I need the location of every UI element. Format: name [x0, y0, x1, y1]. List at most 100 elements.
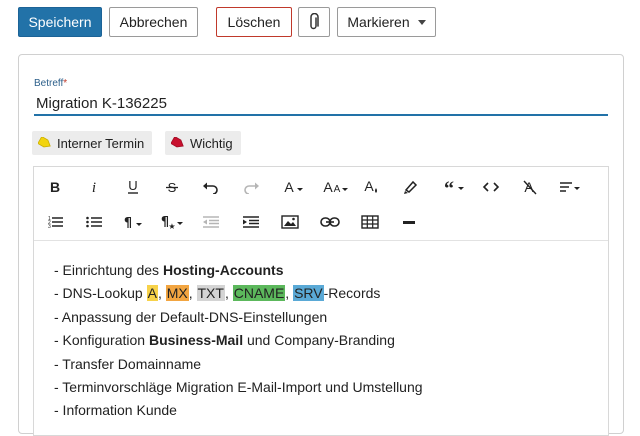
bold-icon: B — [50, 180, 60, 194]
subject-input[interactable] — [34, 92, 608, 116]
ordered-list-icon: 123 — [48, 216, 63, 229]
content-line: - Information Kunde — [54, 402, 177, 419]
insert-image-button[interactable] — [277, 210, 303, 234]
text-span: und Company-Branding — [243, 332, 395, 349]
paragraph-style-icon: ¶ ★ — [161, 215, 183, 230]
svg-text:“: “ — [444, 180, 454, 194]
image-icon — [281, 215, 299, 229]
save-button[interactable]: Speichern — [18, 7, 102, 37]
font-family-dropdown[interactable]: A — [280, 175, 306, 199]
tag-icon — [171, 137, 184, 148]
strikethrough-icon: S — [166, 180, 178, 194]
text-span: - DNS-Lookup — [54, 285, 147, 302]
clear-format-icon: A — [523, 179, 537, 195]
required-mark: * — [63, 78, 68, 89]
bold-button[interactable]: B — [42, 175, 68, 199]
ordered-list-button[interactable]: 123 — [42, 210, 68, 234]
outdent-button[interactable] — [198, 210, 224, 234]
text-span: -Records — [323, 285, 381, 302]
strikethrough-button[interactable]: S — [159, 175, 185, 199]
separator: , — [157, 285, 166, 302]
paragraph-dropdown[interactable]: ¶ — [120, 210, 146, 234]
insert-table-button[interactable] — [357, 210, 383, 234]
link-icon — [320, 217, 340, 227]
horizontal-rule-button[interactable] — [396, 210, 422, 234]
action-toolbar: Speichern Abbrechen Löschen Markieren — [0, 0, 640, 46]
align-dropdown[interactable] — [557, 175, 583, 199]
bold-text: Business-Mail — [148, 332, 244, 349]
unordered-list-icon — [86, 216, 102, 228]
svg-text:A: A — [284, 180, 294, 194]
text-color-icon: A — [364, 179, 377, 194]
underline-icon: U — [128, 179, 138, 194]
delete-button[interactable]: Löschen — [216, 7, 292, 37]
svg-text:U: U — [128, 179, 137, 193]
undo-button[interactable] — [198, 175, 224, 199]
paragraph-icon: ¶ — [124, 216, 142, 229]
content-line: - Anpassung der Default-DNS-Einstellunge… — [54, 308, 328, 325]
cancel-button[interactable]: Abbrechen — [109, 7, 198, 37]
italic-icon: i — [92, 180, 96, 194]
undo-icon — [203, 182, 218, 194]
svg-text:B: B — [50, 180, 60, 194]
font-color-icon: A — [284, 180, 303, 194]
subject-label-text: Betreff — [34, 78, 64, 89]
highlight-a: A — [146, 285, 158, 302]
redo-icon — [244, 182, 259, 194]
svg-text:★: ★ — [168, 222, 175, 230]
clear-format-button[interactable]: A — [517, 175, 543, 199]
tag-interner-termin[interactable]: Interner Termin — [32, 131, 153, 155]
italic-button[interactable]: i — [81, 175, 107, 199]
chevron-down-icon — [417, 19, 426, 25]
unordered-list-button[interactable] — [81, 210, 107, 234]
tag-label: Wichtig — [190, 135, 233, 151]
rich-text-editor: B i U S A AA A “ — [33, 166, 609, 436]
svg-text:i: i — [92, 180, 96, 194]
mark-dropdown-button[interactable]: Markieren — [337, 7, 436, 37]
content-line: - Einrichtung des Hosting-Accounts — [54, 259, 423, 282]
editor-content[interactable]: - Einrichtung des Hosting-Accounts - DNS… — [54, 259, 423, 423]
indent-button[interactable] — [238, 210, 264, 234]
horizontal-rule-icon — [403, 221, 415, 224]
paragraph-style-dropdown[interactable]: ¶ ★ — [159, 210, 185, 234]
paperclip-icon — [310, 13, 319, 30]
svg-text:A: A — [334, 184, 341, 194]
redo-button[interactable] — [238, 175, 264, 199]
highlighter-icon — [404, 180, 418, 194]
svg-text:A: A — [364, 179, 374, 194]
align-icon — [560, 182, 580, 192]
highlight-button[interactable] — [397, 175, 423, 199]
svg-text:3: 3 — [48, 224, 51, 229]
attach-button[interactable] — [298, 7, 330, 37]
outdent-icon — [203, 216, 219, 228]
font-size-icon: AA — [323, 180, 348, 194]
content-line: - Transfer Domainname — [54, 355, 202, 372]
separator: , — [285, 285, 294, 302]
mark-label: Markieren — [347, 14, 410, 30]
svg-text:A: A — [323, 180, 333, 194]
highlight-srv: SRV — [293, 285, 324, 302]
tag-wichtig[interactable]: Wichtig — [165, 131, 241, 155]
underline-button[interactable]: U — [120, 175, 146, 199]
indent-icon — [243, 216, 259, 228]
quote-icon: “ — [444, 180, 464, 194]
font-size-dropdown[interactable]: AA — [320, 175, 350, 199]
highlight-mx: MX — [165, 285, 189, 302]
quote-button[interactable]: “ — [440, 175, 466, 199]
tag-label: Interner Termin — [57, 135, 145, 151]
code-button[interactable] — [478, 175, 504, 199]
tag-icon — [38, 137, 51, 148]
insert-link-button[interactable] — [317, 210, 343, 234]
editor-toolbar: B i U S A AA A “ — [34, 167, 608, 241]
highlight-txt: TXT — [196, 285, 225, 302]
subject-label: Betreff* — [34, 78, 67, 89]
content-line: - Konfiguration Business-Mail und Compan… — [54, 329, 423, 352]
code-icon — [482, 182, 500, 192]
text-color-button[interactable]: A — [358, 175, 384, 199]
content-line: - DNS-Lookup A, MX, TXT, CNAME, SRV-Reco… — [54, 282, 423, 305]
content-line: - Terminvorschläge Migration E-Mail-Impo… — [54, 379, 423, 396]
table-icon — [361, 215, 379, 229]
text-span: - Konfiguration — [54, 332, 149, 349]
svg-text:¶: ¶ — [124, 216, 132, 229]
bold-text: Hosting-Accounts — [162, 262, 284, 278]
